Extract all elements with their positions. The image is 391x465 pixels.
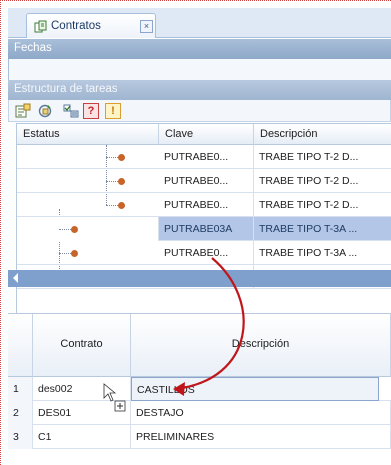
table-row[interactable]: 3 C1 PRELIMINARES bbox=[8, 425, 391, 449]
tab-contratos[interactable]: Contratos × bbox=[26, 13, 156, 38]
table-row[interactable]: 2 DES01 DESTAJO bbox=[8, 401, 391, 425]
cell-clave: PUTRABE0... bbox=[159, 193, 254, 217]
cell-descripcion-drop-target[interactable]: CASTILLOS bbox=[131, 377, 379, 401]
table-row[interactable]: 1 des002 CASTILLOS bbox=[8, 377, 391, 401]
row-number: 2 bbox=[8, 401, 33, 425]
refresh-tree-icon[interactable] bbox=[37, 103, 53, 119]
table-row[interactable]: PUTRABE0... TRABE TIPO T-2 D... bbox=[17, 193, 391, 217]
cell-descripcion: TRABE TIPO T-2 D... bbox=[254, 169, 391, 193]
cell-clave: PUTRABE0... bbox=[159, 241, 254, 265]
cell-descripcion: PRELIMINARES bbox=[131, 425, 391, 449]
tab-label: Contratos bbox=[51, 20, 101, 32]
table-row-selected[interactable]: PUTRABE03A TRABE TIPO T-3A ... bbox=[17, 217, 391, 241]
scroll-left-icon[interactable] bbox=[13, 273, 18, 283]
horizontal-scrollbar[interactable] bbox=[8, 270, 391, 287]
cell-contrato: des002 bbox=[33, 377, 131, 401]
table-row[interactable]: PUTRABE0... TRABE TIPO T-3A ... bbox=[17, 241, 391, 265]
warning-icon[interactable]: ! bbox=[105, 103, 121, 119]
column-header-clave[interactable]: Clave bbox=[159, 124, 254, 145]
cell-clave: PUTRABE03A bbox=[159, 217, 254, 241]
checklist-icon[interactable] bbox=[63, 103, 79, 119]
cell-contrato: DES01 bbox=[33, 401, 131, 425]
column-header-contrato[interactable]: Contrato bbox=[33, 314, 131, 377]
fechas-panel bbox=[8, 59, 391, 80]
table-row[interactable]: PUTRABE0... TRABE TIPO T-2 D... bbox=[17, 169, 391, 193]
cell-clave: PUTRABE0... bbox=[159, 145, 254, 169]
expand-tree-icon[interactable] bbox=[15, 103, 31, 119]
cell-contrato: C1 bbox=[33, 425, 131, 449]
column-header-descripcion[interactable]: Descripción bbox=[254, 124, 391, 145]
contracts-icon bbox=[34, 20, 47, 33]
column-header-estatus[interactable]: Estatus bbox=[17, 124, 159, 145]
close-icon[interactable]: × bbox=[140, 20, 153, 33]
tasks-toolbar: ? ! bbox=[8, 100, 391, 122]
status-dot-icon bbox=[118, 154, 125, 161]
status-dot-icon bbox=[118, 202, 125, 209]
cell-descripcion: DESTAJO bbox=[131, 401, 391, 425]
status-dot-icon bbox=[118, 178, 125, 185]
cell-descripcion: TRABE TIPO T-3A ... bbox=[254, 241, 391, 265]
status-dot-icon bbox=[71, 226, 78, 233]
help-icon[interactable]: ? bbox=[83, 103, 99, 119]
status-dot-icon bbox=[71, 250, 78, 257]
table-row[interactable]: PUTRABE0... TRABE TIPO T-2 D... bbox=[17, 145, 391, 169]
cell-descripcion: TRABE TIPO T-2 D... bbox=[254, 145, 391, 169]
section-estructura-tareas[interactable]: Estructura de tareas bbox=[8, 80, 391, 100]
cell-descripcion: TRABE TIPO T-3A ... bbox=[254, 217, 391, 241]
row-number: 3 bbox=[8, 425, 33, 449]
section-fechas[interactable]: Fechas bbox=[8, 39, 391, 59]
column-header-descripcion[interactable]: Descripción bbox=[131, 314, 391, 377]
row-number: 1 bbox=[8, 377, 33, 401]
cell-descripcion: TRABE TIPO T-2 D... bbox=[254, 193, 391, 217]
tab-strip: Contratos × bbox=[8, 8, 391, 38]
contracts-grid: Contrato Descripción 1 des002 CASTILLOS … bbox=[8, 313, 391, 465]
cell-clave: PUTRABE0... bbox=[159, 169, 254, 193]
